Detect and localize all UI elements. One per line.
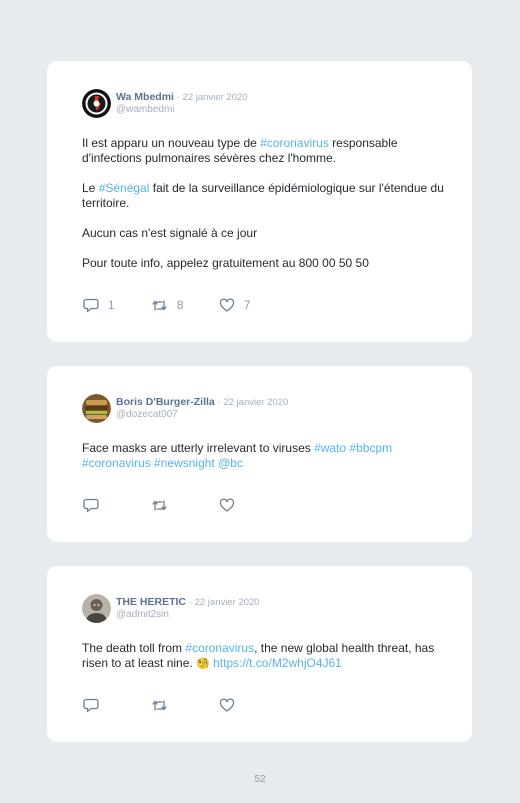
avatar[interactable] — [82, 88, 111, 118]
hashtag-link[interactable]: #wato — [314, 441, 346, 455]
tweet-card: THE HERETIC · 22 janvier 2020 @admit2sin… — [47, 566, 472, 742]
tweet-actions — [83, 698, 287, 713]
like-button[interactable]: 7 — [219, 298, 287, 313]
tweet-date[interactable]: · 22 janvier 2020 — [189, 597, 260, 608]
author-handle[interactable]: @admit2sin — [116, 609, 260, 621]
hashtag-link[interactable]: #coronavirus — [260, 136, 329, 150]
avatar[interactable] — [82, 393, 111, 423]
retweet-button[interactable] — [151, 698, 219, 713]
author-handle[interactable]: @wambedmi — [116, 104, 248, 116]
emoji: 🧐 — [196, 658, 210, 670]
tweet-card: Boris D'Burger-Zilla · 22 janvier 2020 @… — [47, 366, 472, 542]
like-count: 7 — [244, 299, 251, 312]
tweet-actions: 1 8 7 — [83, 298, 287, 313]
tweet-text: Face masks are utterly irrelevant to vir… — [82, 441, 452, 471]
reply-icon — [83, 498, 99, 513]
like-button[interactable] — [219, 498, 287, 513]
avatar[interactable] — [82, 593, 111, 623]
author-block: THE HERETIC · 22 janvier 2020 @admit2sin — [116, 596, 260, 621]
retweet-icon — [151, 498, 168, 513]
retweet-button[interactable] — [151, 498, 219, 513]
hashtag-link[interactable]: #coronavirus — [82, 456, 151, 470]
hashtag-link[interactable]: #Sénégal — [99, 181, 150, 195]
like-icon — [219, 298, 235, 313]
tweet-paragraph: The death toll from #coronavirus, the ne… — [82, 641, 452, 672]
tweet-card: Wa Mbedmi · 22 janvier 2020 @wambedmi Il… — [47, 61, 472, 342]
hashtag-link[interactable]: #newsnight — [154, 456, 215, 470]
hashtag-link[interactable]: #bbcpm — [349, 441, 392, 455]
like-icon — [219, 698, 235, 713]
author-block: Boris D'Burger-Zilla · 22 janvier 2020 @… — [116, 396, 288, 421]
tweet-paragraph: Le #Sénégal fait de la surveillance épid… — [82, 181, 452, 211]
tweet-paragraph: Face masks are utterly irrelevant to vir… — [82, 441, 452, 471]
text-segment: Face masks are utterly irrelevant to vir… — [82, 441, 315, 455]
tweet-actions — [83, 498, 287, 513]
author-name[interactable]: Boris D'Burger-Zilla — [116, 396, 215, 408]
tweet-link[interactable]: https://t.co/M2whjO4J61 — [213, 656, 342, 670]
text-segment: Il est apparu un nouveau type de — [82, 136, 261, 150]
hashtag-link[interactable]: #coronavirus — [185, 641, 254, 655]
text-segment: Aucun cas n'est signalé à ce jour — [82, 226, 258, 240]
reply-icon — [83, 698, 99, 713]
tweet-text: Il est apparu un nouveau type de #corona… — [82, 136, 452, 271]
reply-count: 1 — [108, 299, 115, 312]
text-segment: Le — [82, 181, 99, 195]
author-block: Wa Mbedmi · 22 janvier 2020 @wambedmi — [116, 91, 248, 116]
author-name[interactable]: THE HERETIC — [116, 596, 186, 608]
page-number: 52 — [254, 774, 266, 785]
retweet-icon — [151, 698, 168, 713]
text-segment: Pour toute info, appelez gratuitement au… — [82, 256, 369, 270]
retweet-icon — [151, 298, 168, 313]
mention-link[interactable]: @bc — [218, 456, 243, 470]
tweet-paragraph: Il est apparu un nouveau type de #corona… — [82, 136, 452, 166]
tweet-header: Boris D'Burger-Zilla · 22 janvier 2020 @… — [82, 392, 288, 424]
tweet-date[interactable]: · 22 janvier 2020 — [218, 397, 289, 408]
reply-button[interactable]: 1 — [83, 298, 151, 313]
tweet-date[interactable]: · 22 janvier 2020 — [177, 92, 248, 103]
tweet-text: The death toll from #coronavirus, the ne… — [82, 641, 452, 672]
retweet-button[interactable]: 8 — [151, 298, 219, 313]
author-handle[interactable]: @dozecat007 — [116, 409, 288, 421]
retweet-count: 8 — [177, 299, 184, 312]
tweet-header: THE HERETIC · 22 janvier 2020 @admit2sin — [82, 592, 260, 624]
reply-icon — [83, 298, 99, 313]
text-segment: The death toll from — [82, 641, 186, 655]
reply-button[interactable] — [83, 698, 151, 713]
tweet-header: Wa Mbedmi · 22 janvier 2020 @wambedmi — [82, 87, 248, 119]
like-icon — [219, 498, 235, 513]
like-button[interactable] — [219, 698, 287, 713]
tweet-paragraph: Pour toute info, appelez gratuitement au… — [82, 256, 452, 271]
tweet-paragraph: Aucun cas n'est signalé à ce jour — [82, 226, 452, 241]
author-name[interactable]: Wa Mbedmi — [116, 91, 174, 103]
reply-button[interactable] — [83, 498, 151, 513]
